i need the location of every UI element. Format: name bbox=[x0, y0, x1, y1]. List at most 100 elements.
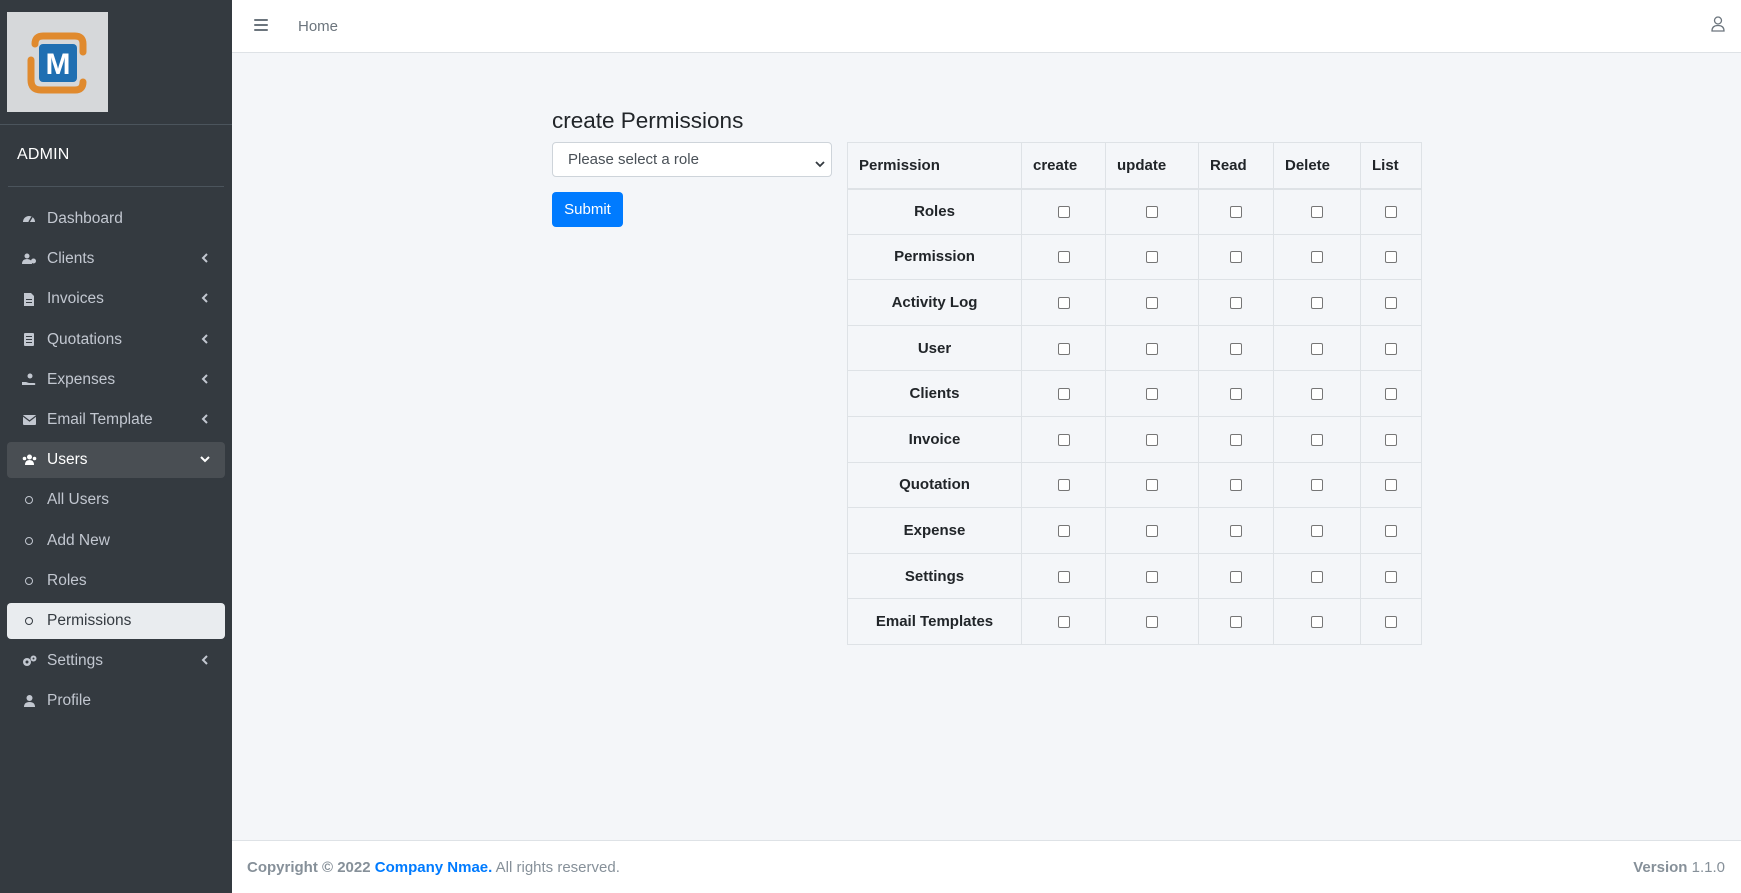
delete-checkbox[interactable] bbox=[1311, 342, 1323, 355]
read-checkbox[interactable] bbox=[1230, 479, 1242, 492]
circle-icon bbox=[7, 616, 47, 625]
sidebar-item-permissions[interactable]: Permissions bbox=[7, 602, 225, 639]
company-link[interactable]: Company Nmae. bbox=[375, 859, 493, 876]
create-checkbox[interactable] bbox=[1057, 206, 1070, 219]
delete-checkbox[interactable] bbox=[1311, 570, 1323, 583]
sidebar-item-invoices[interactable]: Invoices bbox=[7, 281, 225, 317]
circle-icon bbox=[7, 536, 47, 545]
user-icon bbox=[7, 695, 47, 708]
list-checkbox[interactable] bbox=[1385, 616, 1397, 629]
read-checkbox[interactable] bbox=[1230, 388, 1242, 401]
sidebar-item-dashboard[interactable]: Dashboard bbox=[7, 201, 225, 237]
sidebar-divider bbox=[8, 186, 224, 187]
create-checkbox[interactable] bbox=[1057, 388, 1070, 401]
read-checkbox[interactable] bbox=[1230, 433, 1242, 446]
users-cog-icon bbox=[7, 253, 47, 265]
list-checkbox[interactable] bbox=[1385, 297, 1397, 310]
update-checkbox[interactable] bbox=[1146, 297, 1158, 310]
create-checkbox[interactable] bbox=[1057, 342, 1070, 355]
list-checkbox[interactable] bbox=[1385, 479, 1397, 492]
delete-checkbox[interactable] bbox=[1311, 433, 1323, 446]
list-checkbox[interactable] bbox=[1385, 433, 1397, 446]
sidebar-item-settings[interactable]: Settings bbox=[7, 643, 225, 679]
read-checkbox[interactable] bbox=[1230, 524, 1242, 537]
permission-name-cell: Activity Log bbox=[847, 279, 1022, 326]
update-checkbox[interactable] bbox=[1146, 433, 1158, 446]
create-checkbox[interactable] bbox=[1057, 570, 1070, 583]
sidebar-item-clients[interactable]: Clients bbox=[7, 241, 225, 277]
permission-name-cell: Clients bbox=[847, 370, 1022, 417]
user-panel-name[interactable]: ADMIN bbox=[17, 146, 70, 164]
create-checkbox[interactable] bbox=[1057, 479, 1070, 492]
permission-name-cell: Expense bbox=[847, 507, 1022, 554]
permission-cell-list bbox=[1360, 279, 1422, 326]
user-account-icon[interactable] bbox=[1711, 16, 1725, 36]
update-checkbox[interactable] bbox=[1146, 570, 1158, 583]
create-checkbox[interactable] bbox=[1057, 297, 1070, 310]
file-alt-icon bbox=[7, 333, 47, 347]
update-checkbox[interactable] bbox=[1146, 479, 1158, 492]
permission-cell-list bbox=[1360, 370, 1422, 417]
sidebar-item-expenses[interactable]: Expenses bbox=[7, 362, 225, 398]
permission-cell-list bbox=[1360, 552, 1422, 600]
sidebar-item-roles[interactable]: Roles bbox=[7, 563, 225, 599]
hamburger-menu-icon[interactable] bbox=[254, 19, 268, 34]
brand-logo[interactable]: M bbox=[7, 12, 108, 112]
sidebar-item-label: Users bbox=[47, 451, 88, 469]
delete-checkbox[interactable] bbox=[1311, 479, 1323, 492]
list-checkbox[interactable] bbox=[1385, 524, 1397, 537]
delete-checkbox[interactable] bbox=[1311, 297, 1323, 310]
users-icon bbox=[7, 454, 47, 466]
update-checkbox[interactable] bbox=[1146, 524, 1158, 537]
sidebar-item-email-template[interactable]: Email Template bbox=[7, 402, 225, 438]
read-checkbox[interactable] bbox=[1230, 251, 1242, 264]
delete-checkbox[interactable] bbox=[1311, 388, 1323, 401]
submit-button[interactable]: Submit bbox=[552, 192, 623, 227]
create-checkbox[interactable] bbox=[1057, 433, 1070, 446]
sidebar-item-label: Expenses bbox=[47, 370, 116, 388]
create-checkbox[interactable] bbox=[1057, 251, 1070, 264]
permissions-table: Permission create update Read Delete Lis… bbox=[847, 142, 1422, 645]
delete-checkbox[interactable] bbox=[1311, 251, 1323, 264]
update-checkbox[interactable] bbox=[1146, 616, 1158, 629]
permission-cell-create bbox=[1021, 507, 1106, 554]
home-link[interactable]: Home bbox=[298, 18, 338, 35]
list-checkbox[interactable] bbox=[1385, 570, 1397, 583]
chevron-left-icon bbox=[199, 413, 211, 425]
footer: Copyright © 2022 Company Nmae. All right… bbox=[232, 840, 1741, 893]
sidebar-item-quotations[interactable]: Quotations bbox=[7, 322, 225, 358]
list-checkbox[interactable] bbox=[1385, 388, 1397, 401]
read-checkbox[interactable] bbox=[1230, 616, 1242, 629]
sidebar-item-all-users[interactable]: All Users bbox=[7, 482, 225, 518]
sidebar-item-profile[interactable]: Profile bbox=[7, 683, 225, 719]
sidebar-item-add-new[interactable]: Add New bbox=[7, 523, 225, 559]
create-checkbox[interactable] bbox=[1057, 524, 1070, 537]
permission-cell-update bbox=[1105, 188, 1199, 235]
update-checkbox[interactable] bbox=[1146, 251, 1158, 264]
sidebar-item-label: Quotations bbox=[47, 330, 122, 348]
update-checkbox[interactable] bbox=[1146, 388, 1158, 401]
table-row: Quotation bbox=[847, 461, 1422, 509]
read-checkbox[interactable] bbox=[1230, 342, 1242, 355]
delete-checkbox[interactable] bbox=[1311, 206, 1323, 219]
create-checkbox[interactable] bbox=[1057, 616, 1070, 629]
permission-cell-update bbox=[1105, 507, 1199, 554]
read-checkbox[interactable] bbox=[1230, 570, 1242, 583]
read-checkbox[interactable] bbox=[1230, 297, 1242, 310]
list-checkbox[interactable] bbox=[1385, 251, 1397, 264]
sidebar-item-users[interactable]: Users bbox=[7, 442, 225, 479]
permission-cell-read bbox=[1198, 188, 1274, 235]
update-checkbox[interactable] bbox=[1146, 342, 1158, 355]
list-checkbox[interactable] bbox=[1385, 342, 1397, 355]
delete-checkbox[interactable] bbox=[1311, 616, 1323, 629]
update-checkbox[interactable] bbox=[1146, 206, 1158, 219]
column-header-list: List bbox=[1360, 142, 1422, 190]
permission-cell-list bbox=[1360, 324, 1422, 372]
list-checkbox[interactable] bbox=[1385, 206, 1397, 219]
sidebar-item-label: Clients bbox=[47, 250, 95, 268]
permission-cell-list bbox=[1360, 507, 1422, 554]
read-checkbox[interactable] bbox=[1230, 206, 1242, 219]
permission-cell-read bbox=[1198, 552, 1274, 600]
delete-checkbox[interactable] bbox=[1311, 524, 1323, 537]
role-select[interactable]: Please select a role bbox=[552, 142, 832, 177]
